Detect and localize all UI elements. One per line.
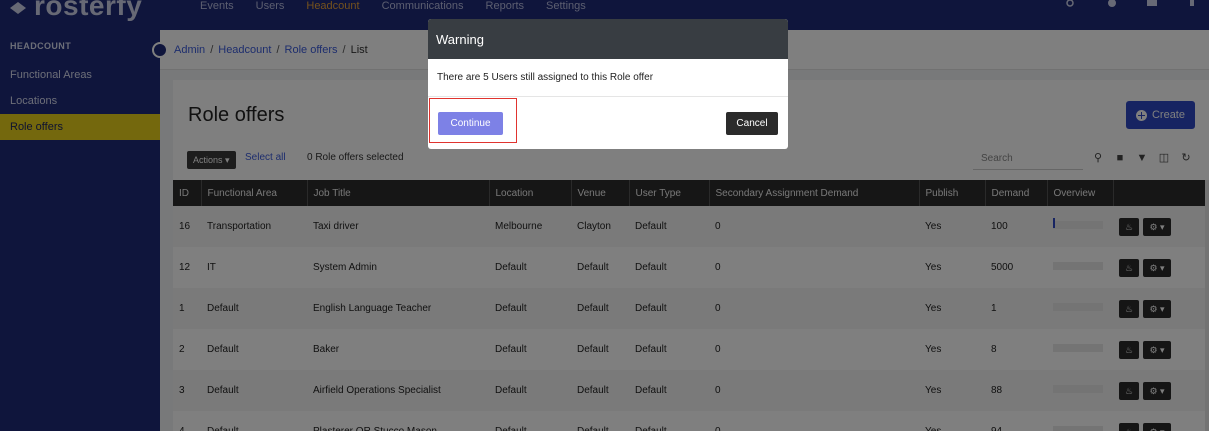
modal-message: There are 5 Users still assigned to this… xyxy=(428,59,788,97)
cancel-button[interactable]: Cancel xyxy=(726,112,778,135)
highlight-annotation xyxy=(429,98,517,143)
modal-title: Warning xyxy=(428,19,788,59)
